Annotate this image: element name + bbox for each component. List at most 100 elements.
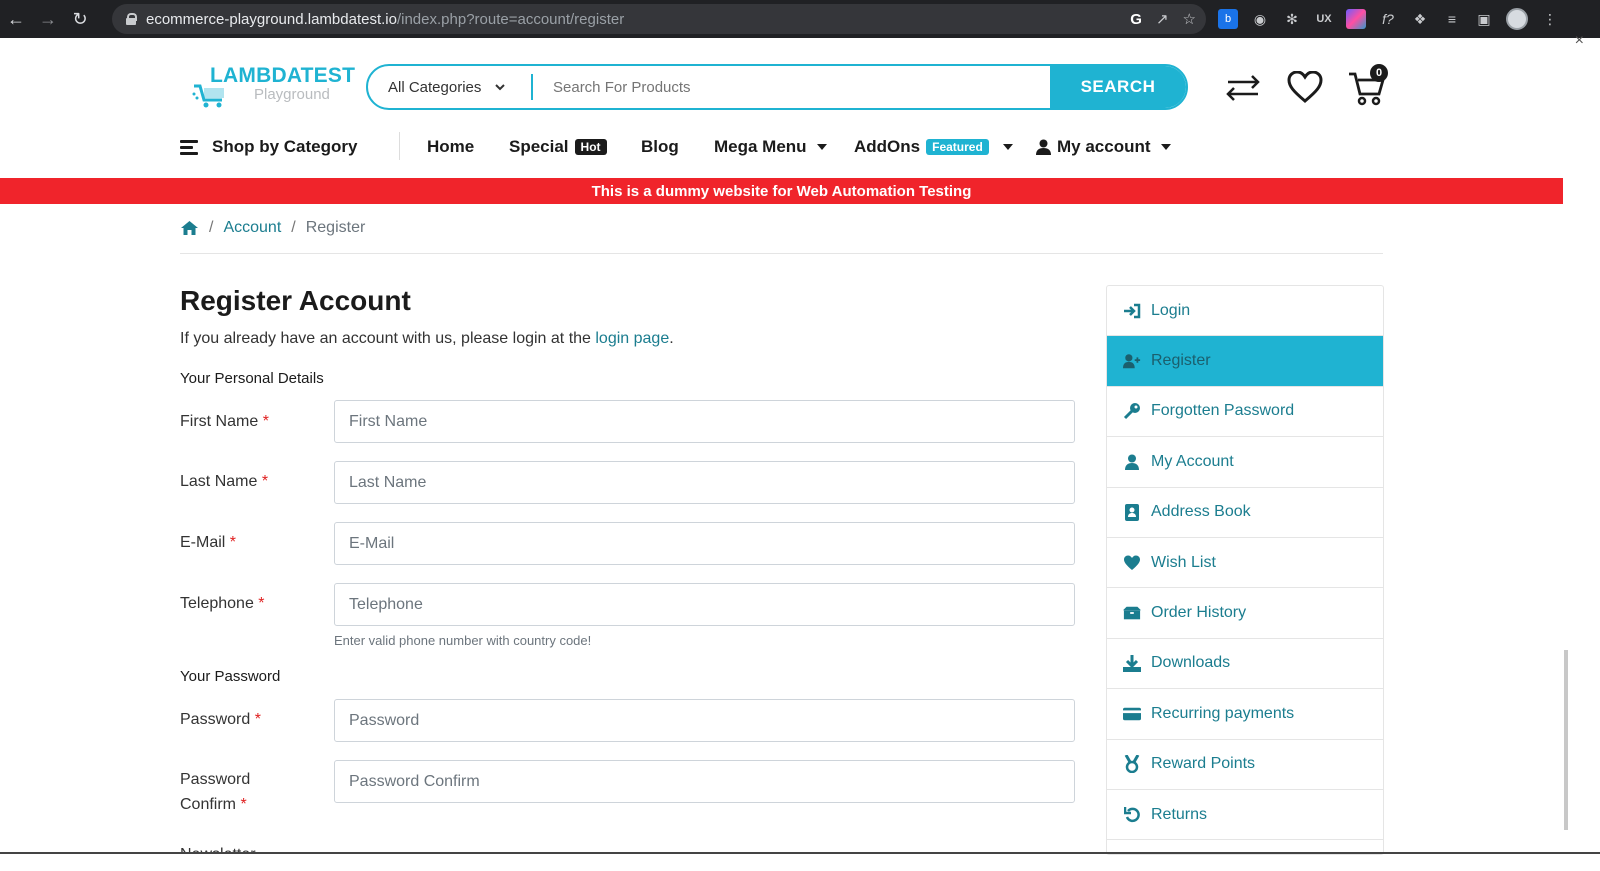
- react-icon[interactable]: ✻: [1282, 9, 1302, 29]
- category-select-label: All Categories: [388, 78, 482, 96]
- sidebar-item-wish-list[interactable]: Wish List: [1107, 538, 1383, 589]
- sidebar-item-label: Wish List: [1151, 553, 1216, 571]
- email-field[interactable]: [334, 522, 1075, 565]
- ux-icon[interactable]: UX: [1314, 9, 1334, 29]
- sidebar-item-reward-points[interactable]: Reward Points: [1107, 740, 1383, 790]
- password-confirm-label-line1: Password: [180, 771, 251, 788]
- email-label: E-Mail *: [180, 530, 236, 555]
- email-label-text: E-Mail: [180, 534, 226, 551]
- puzzle-icon[interactable]: ❖: [1410, 9, 1430, 29]
- breadcrumb-account[interactable]: Account: [223, 219, 281, 237]
- wishlist-heart-icon[interactable]: [1282, 64, 1328, 110]
- menu-item-special[interactable]: Special Hot: [509, 137, 607, 157]
- sidebar-item-login[interactable]: Login: [1107, 286, 1383, 337]
- compare-icon[interactable]: [1220, 64, 1266, 110]
- telephone-field[interactable]: [334, 583, 1075, 626]
- password-confirm-label-line2: Confirm: [180, 796, 237, 813]
- menu-blog-label: Blog: [641, 137, 679, 156]
- last-name-field[interactable]: [334, 461, 1075, 504]
- url-host: ecommerce-playground.lambdatest.io: [146, 10, 397, 28]
- user-icon: [1036, 139, 1051, 155]
- back-icon[interactable]: ←: [0, 0, 32, 38]
- divider: [180, 253, 1383, 254]
- scrollbar[interactable]: [1564, 650, 1568, 830]
- extension-icon[interactable]: b: [1218, 9, 1238, 29]
- shop-by-category-label: Shop by Category: [212, 137, 358, 156]
- sidebar-item-register[interactable]: Register: [1107, 336, 1383, 387]
- sidebar-item-label: Returns: [1151, 805, 1208, 823]
- menu-item-blog[interactable]: Blog: [641, 137, 679, 157]
- caret-down-icon: [1002, 144, 1013, 150]
- menu-special-label: Special: [509, 137, 569, 156]
- reload-icon[interactable]: ↻: [64, 0, 96, 38]
- sidebar-item-order-history[interactable]: Order History: [1107, 588, 1383, 639]
- breadcrumb-separator: /: [209, 219, 214, 236]
- camera-icon[interactable]: ◉: [1250, 9, 1270, 29]
- sidebar-item-label: My Account: [1151, 452, 1234, 470]
- close-icon[interactable]: ×: [1575, 32, 1584, 50]
- menu-divider: [399, 132, 400, 160]
- share-icon[interactable]: ↗: [1156, 10, 1169, 28]
- menu-item-home[interactable]: Home: [427, 137, 474, 157]
- chevron-down-icon: [495, 83, 506, 90]
- first-name-field[interactable]: [334, 400, 1075, 443]
- sidebar-item-forgotten-password[interactable]: Forgotten Password: [1107, 387, 1383, 438]
- search-bar: All Categories SEARCH: [366, 64, 1188, 110]
- caret-down-icon: [1160, 144, 1171, 150]
- google-icon[interactable]: G: [1130, 11, 1142, 28]
- forward-icon[interactable]: →: [32, 0, 64, 38]
- announcement-banner: This is a dummy website for Web Automati…: [0, 178, 1563, 204]
- telephone-help-text: Enter valid phone number with country co…: [334, 633, 592, 648]
- user-plus-icon: [1123, 352, 1141, 370]
- sidebar-item-my-account[interactable]: My Account: [1107, 437, 1383, 488]
- search-button[interactable]: SEARCH: [1050, 66, 1186, 108]
- sidebar-item-label: Register: [1151, 352, 1211, 370]
- login-page-link[interactable]: login page: [595, 330, 669, 347]
- home-icon[interactable]: [180, 220, 199, 236]
- featured-badge: Featured: [926, 139, 989, 155]
- caret-down-icon: [816, 144, 827, 150]
- sidebar-item-label: Login: [1151, 301, 1191, 319]
- color-icon[interactable]: [1346, 9, 1366, 29]
- sidebar-item-label: Order History: [1151, 604, 1247, 622]
- playlist-icon[interactable]: ≡: [1442, 9, 1462, 29]
- required-mark: *: [261, 473, 269, 490]
- menu-home-label: Home: [427, 137, 475, 156]
- password-legend: Your Password: [180, 668, 281, 685]
- bookmark-star-icon[interactable]: ☆: [1183, 10, 1196, 28]
- sidebar-item-downloads[interactable]: Downloads: [1107, 639, 1383, 690]
- sidebar-item-label: Downloads: [1151, 654, 1231, 672]
- category-select[interactable]: All Categories: [368, 66, 531, 108]
- cart-icon[interactable]: 0: [1344, 64, 1390, 110]
- download-icon: [1123, 654, 1141, 672]
- login-hint: If you already have an account with us, …: [180, 330, 674, 348]
- sidebar-item-recurring-payments[interactable]: Recurring payments: [1107, 689, 1383, 740]
- password-confirm-field[interactable]: [334, 760, 1075, 803]
- function-icon[interactable]: f?: [1378, 9, 1398, 29]
- sidebar-item-returns[interactable]: Returns: [1107, 790, 1383, 841]
- sidepanel-icon[interactable]: ▣: [1474, 9, 1494, 29]
- heart-icon: [1123, 554, 1141, 572]
- kebab-menu-icon[interactable]: ⋮: [1540, 9, 1560, 29]
- menu-item-addons[interactable]: AddOns Featured: [854, 137, 1013, 157]
- medal-icon: [1123, 755, 1141, 774]
- first-name-label: First Name *: [180, 409, 269, 434]
- sidebar-item-address-book[interactable]: Address Book: [1107, 488, 1383, 538]
- user-icon: [1123, 453, 1141, 471]
- credit-card-icon: [1123, 705, 1141, 723]
- undo-icon: [1123, 806, 1141, 824]
- menu-item-my-account[interactable]: My account: [1036, 137, 1171, 157]
- menu-item-mega-menu[interactable]: Mega Menu: [714, 137, 827, 157]
- search-input[interactable]: [533, 66, 1050, 108]
- password-field[interactable]: [334, 699, 1075, 742]
- required-mark: *: [262, 413, 269, 430]
- sidebar-item-label: Reward Points: [1151, 755, 1256, 773]
- address-bar[interactable]: ecommerce-playground.lambdatest.io/index…: [112, 4, 1206, 34]
- shop-by-category-button[interactable]: Shop by Category: [180, 137, 357, 157]
- avatar[interactable]: [1506, 8, 1528, 30]
- logo[interactable]: LAMBDATEST Playground: [192, 64, 355, 110]
- last-name-label-text: Last Name: [180, 473, 258, 490]
- logo-subtitle: Playground: [254, 86, 330, 103]
- sidebar-item-label: Recurring payments: [1151, 704, 1295, 722]
- telephone-label: Telephone *: [180, 591, 265, 616]
